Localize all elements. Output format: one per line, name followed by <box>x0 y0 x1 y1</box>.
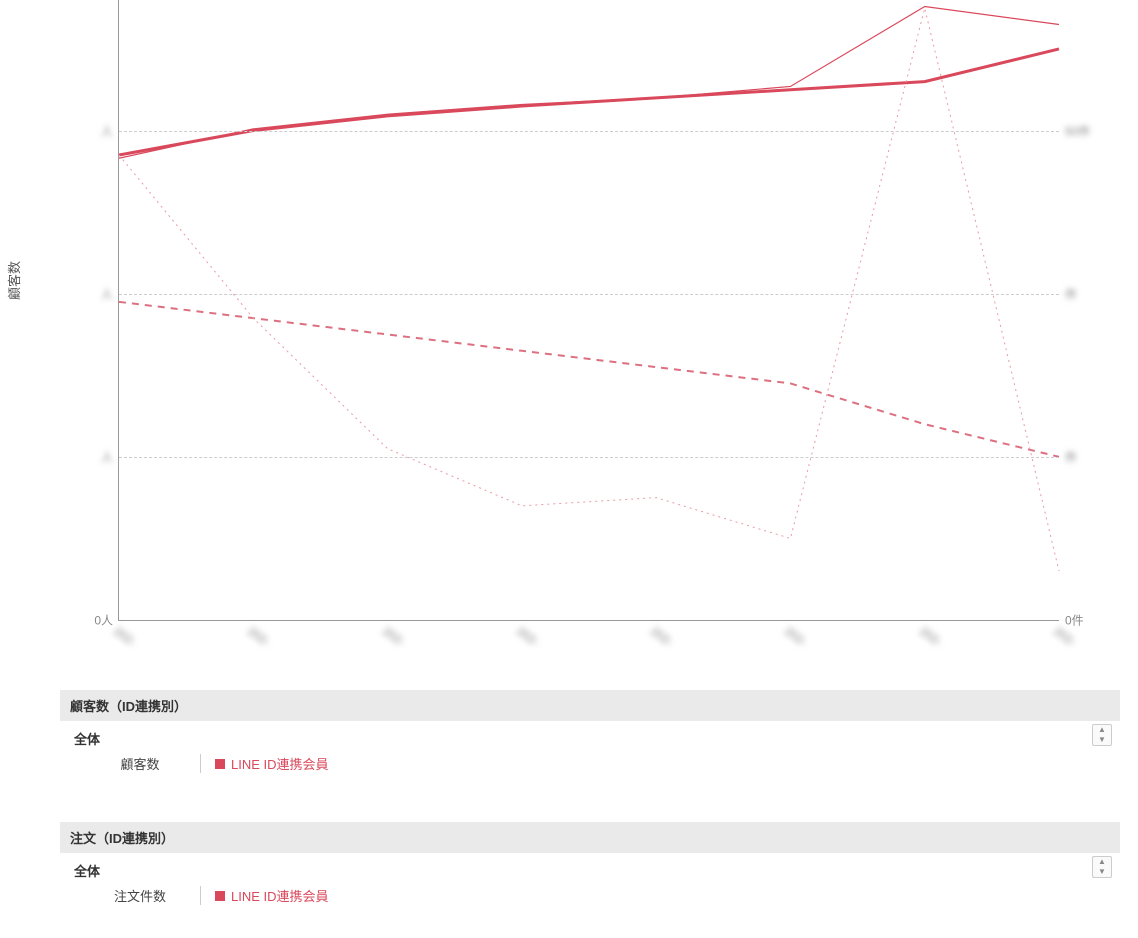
plot-area: 0人人人人0件件件50件202-202-202-202-202-202-202-… <box>118 0 1059 621</box>
x-tick: 202- <box>648 624 676 649</box>
y-left-tick: 0人 <box>94 612 113 629</box>
section-customers: 顧客数（ID連携別） 全体 顧客数 LINE ID連携会員 ▲ ▼ <box>60 690 1120 783</box>
y-right-tick: 件 <box>1065 285 1077 302</box>
section-row: 注文件数 LINE ID連携会員 ▲ ▼ <box>60 880 1120 915</box>
section-row: 顧客数 LINE ID連携会員 ▲ ▼ <box>60 748 1120 783</box>
section-title: 顧客数（ID連携別） <box>60 690 1120 721</box>
x-tick: 202- <box>917 624 945 649</box>
spinner[interactable]: ▲ ▼ <box>1092 724 1112 746</box>
chevron-down-icon[interactable]: ▼ <box>1093 867 1111 877</box>
x-tick: 202- <box>245 624 273 649</box>
chart-lines <box>119 0 1059 620</box>
x-tick: 202- <box>782 624 810 649</box>
x-tick: 202- <box>111 624 139 649</box>
section-orders: 注文（ID連携別） 全体 注文件数 LINE ID連携会員 ▲ ▼ <box>60 822 1120 915</box>
y-right-tick: 件 <box>1065 448 1077 465</box>
section-subtitle: 全体 <box>60 721 1120 748</box>
y-right-tick: 0件 <box>1065 612 1084 629</box>
x-tick: 202- <box>380 624 408 649</box>
y-right-tick: 50件 <box>1065 122 1090 139</box>
section-subtitle: 全体 <box>60 853 1120 880</box>
y-left-tick: 人 <box>101 285 113 302</box>
y-left-axis-title: 顧客数 <box>4 261 23 300</box>
row-label: 注文件数 <box>90 886 201 905</box>
legend-label: LINE ID連携会員 <box>231 886 329 905</box>
row-label: 顧客数 <box>90 754 201 773</box>
legend-swatch-icon <box>215 891 225 901</box>
section-title: 注文（ID連携別） <box>60 822 1120 853</box>
chart-area: 顧客数 注文件数 0人人人人0件件件50件202-202-202-202-202… <box>0 0 1138 680</box>
y-left-tick: 人 <box>101 122 113 139</box>
legend-item[interactable]: LINE ID連携会員 <box>215 754 329 773</box>
y-left-tick: 人 <box>101 448 113 465</box>
legend-label: LINE ID連携会員 <box>231 754 329 773</box>
chevron-up-icon[interactable]: ▲ <box>1093 857 1111 867</box>
chevron-up-icon[interactable]: ▲ <box>1093 725 1111 735</box>
spinner[interactable]: ▲ ▼ <box>1092 856 1112 878</box>
x-tick: 202- <box>514 624 542 649</box>
legend-swatch-icon <box>215 759 225 769</box>
legend-item[interactable]: LINE ID連携会員 <box>215 886 329 905</box>
chevron-down-icon[interactable]: ▼ <box>1093 735 1111 745</box>
